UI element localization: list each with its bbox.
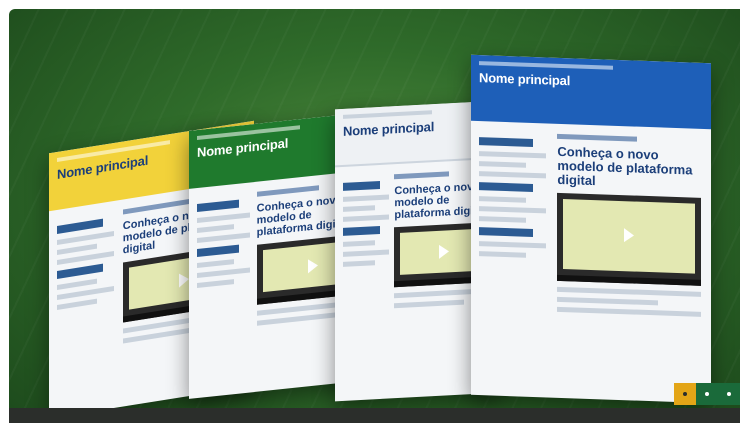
carousel-dot-1[interactable] [674,383,696,405]
carousel-dot-3[interactable] [718,383,740,405]
carousel-dot-2[interactable] [696,383,718,405]
panel-sidebar [479,131,547,263]
carousel-pagination [674,383,740,405]
panel-header: Nome principal [471,54,711,130]
template-preview-blue: Nome principal Conheça o novo modelo de … [471,54,711,404]
panel-title: Nome principal [479,70,571,89]
panel-sidebar [197,193,250,294]
play-icon[interactable] [179,272,190,288]
video-player[interactable] [557,192,702,286]
header-topbar [479,61,614,70]
carousel-caption-bar [9,408,740,423]
play-icon[interactable] [624,227,635,243]
panel-main: Conheça o novo modelo de plataforma digi… [557,133,702,322]
play-icon[interactable] [438,244,449,259]
play-icon[interactable] [308,258,319,274]
hero-carousel: Nome principal Conheça o novo modelo de … [9,9,740,423]
panel-sidebar [57,211,115,315]
panel-sidebar [343,174,390,271]
panel-title: Nome principal [343,119,435,139]
feature-heading: Conheça o novo modelo de plataforma digi… [557,143,693,189]
header-topbar [343,110,433,119]
